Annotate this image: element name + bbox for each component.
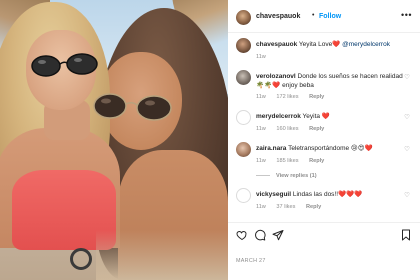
follow-button[interactable]: Follow bbox=[319, 13, 341, 20]
comment-likes[interactable]: 160 likes bbox=[276, 126, 298, 132]
comment-likes[interactable]: 172 likes bbox=[276, 94, 298, 100]
post-header: chavespauok • Follow ••• bbox=[228, 0, 420, 33]
comment-likes[interactable]: 37 likes bbox=[276, 204, 295, 210]
bookmark-icon[interactable] bbox=[400, 229, 412, 241]
more-options-icon[interactable]: ••• bbox=[401, 10, 412, 20]
author-avatar[interactable] bbox=[236, 10, 251, 25]
comment: vickyseguil Lindas las dos!!❤️❤️❤️ 11w 3… bbox=[228, 188, 420, 214]
comment-time[interactable]: 11w bbox=[256, 204, 266, 210]
comment-text: merydelcerrok Yeyita ❤️ bbox=[256, 112, 406, 121]
comment-like-icon[interactable]: ♡ bbox=[404, 113, 410, 121]
caption-text: chavespauok Yeyita Love❤️ @merydelcerrok bbox=[256, 40, 406, 49]
comment-time[interactable]: 11w bbox=[256, 94, 266, 100]
caption-meta: 11w bbox=[256, 54, 275, 60]
reply-button[interactable]: Reply bbox=[309, 158, 324, 164]
comment-avatar[interactable] bbox=[236, 110, 251, 125]
comment-icon[interactable] bbox=[254, 229, 266, 241]
replies-divider bbox=[256, 175, 270, 177]
comment-avatar[interactable] bbox=[236, 70, 251, 85]
sunglasses-left bbox=[31, 53, 98, 77]
comment-like-icon[interactable]: ♡ bbox=[404, 145, 410, 153]
header-separator: • bbox=[312, 12, 315, 19]
comment-likes[interactable]: 185 likes bbox=[276, 158, 298, 164]
comment-text: verolozanovl Donde los sueños se hacen r… bbox=[256, 72, 406, 90]
comment-username[interactable]: merydelcerrok bbox=[256, 113, 301, 120]
heart-outline-icon[interactable] bbox=[236, 229, 248, 241]
sunglasses-right bbox=[93, 93, 172, 121]
comment-meta: 11w 160 likes Reply bbox=[256, 126, 333, 132]
caption-mention[interactable]: @merydelcerrok bbox=[342, 41, 390, 48]
comment-time[interactable]: 11w bbox=[256, 126, 266, 132]
sand-ground bbox=[96, 230, 228, 280]
comment-time[interactable]: 11w bbox=[256, 158, 266, 164]
caption-body: Yeyita Love bbox=[298, 41, 333, 48]
caption-username[interactable]: chavespauok bbox=[256, 41, 297, 48]
comment-meta: 11w 185 likes Reply bbox=[256, 158, 333, 164]
bikini-ring bbox=[70, 248, 92, 270]
caption-avatar[interactable] bbox=[236, 38, 251, 53]
comment: merydelcerrok Yeyita ❤️ 11w 160 likes Re… bbox=[228, 110, 420, 136]
post-date[interactable]: MARCH 27 bbox=[236, 258, 266, 264]
comment-body: Teletransportándome 😢😍❤️ bbox=[288, 145, 373, 152]
post-details-pane: chavespauok • Follow ••• chavespauok Yey… bbox=[228, 0, 420, 280]
heart-emoji: ❤️ bbox=[332, 41, 341, 48]
comment-meta: 11w 37 likes Reply bbox=[256, 204, 330, 210]
comment-meta: 11w 172 likes Reply bbox=[256, 94, 333, 100]
view-replies-label: View replies (1) bbox=[276, 173, 317, 179]
reply-button[interactable]: Reply bbox=[309, 126, 324, 132]
comment-like-icon[interactable]: ♡ bbox=[404, 73, 410, 81]
comment-like-icon[interactable]: ♡ bbox=[404, 191, 410, 199]
comment-username[interactable]: zaira.nara bbox=[256, 145, 286, 152]
comment-body: Lindas las dos!!❤️❤️❤️ bbox=[292, 191, 363, 198]
author-username[interactable]: chavespauok bbox=[256, 13, 300, 20]
action-bar bbox=[228, 222, 420, 246]
comment-avatar[interactable] bbox=[236, 142, 251, 157]
comment-username[interactable]: vickyseguil bbox=[256, 191, 291, 198]
comment-text: zaira.nara Teletransportándome 😢😍❤️ bbox=[256, 144, 406, 153]
comment: verolozanovl Donde los sueños se hacen r… bbox=[228, 70, 420, 104]
caption: chavespauok Yeyita Love❤️ @merydelcerrok… bbox=[228, 38, 420, 64]
caption-time[interactable]: 11w bbox=[256, 54, 266, 60]
view-replies-button[interactable]: View replies (1) bbox=[256, 173, 317, 179]
post-photo[interactable] bbox=[0, 0, 228, 280]
comment-body: Yeyita ❤️ bbox=[302, 113, 330, 120]
comment: zaira.nara Teletransportándome 😢😍❤️ 11w … bbox=[228, 142, 420, 182]
reply-button[interactable]: Reply bbox=[306, 204, 321, 210]
comment-avatar[interactable] bbox=[236, 188, 251, 203]
comment-username[interactable]: verolozanovl bbox=[256, 73, 296, 80]
instagram-post: chavespauok • Follow ••• chavespauok Yey… bbox=[0, 0, 420, 280]
share-icon[interactable] bbox=[272, 229, 284, 241]
comment-text: vickyseguil Lindas las dos!!❤️❤️❤️ bbox=[256, 190, 406, 199]
reply-button[interactable]: Reply bbox=[309, 94, 324, 100]
